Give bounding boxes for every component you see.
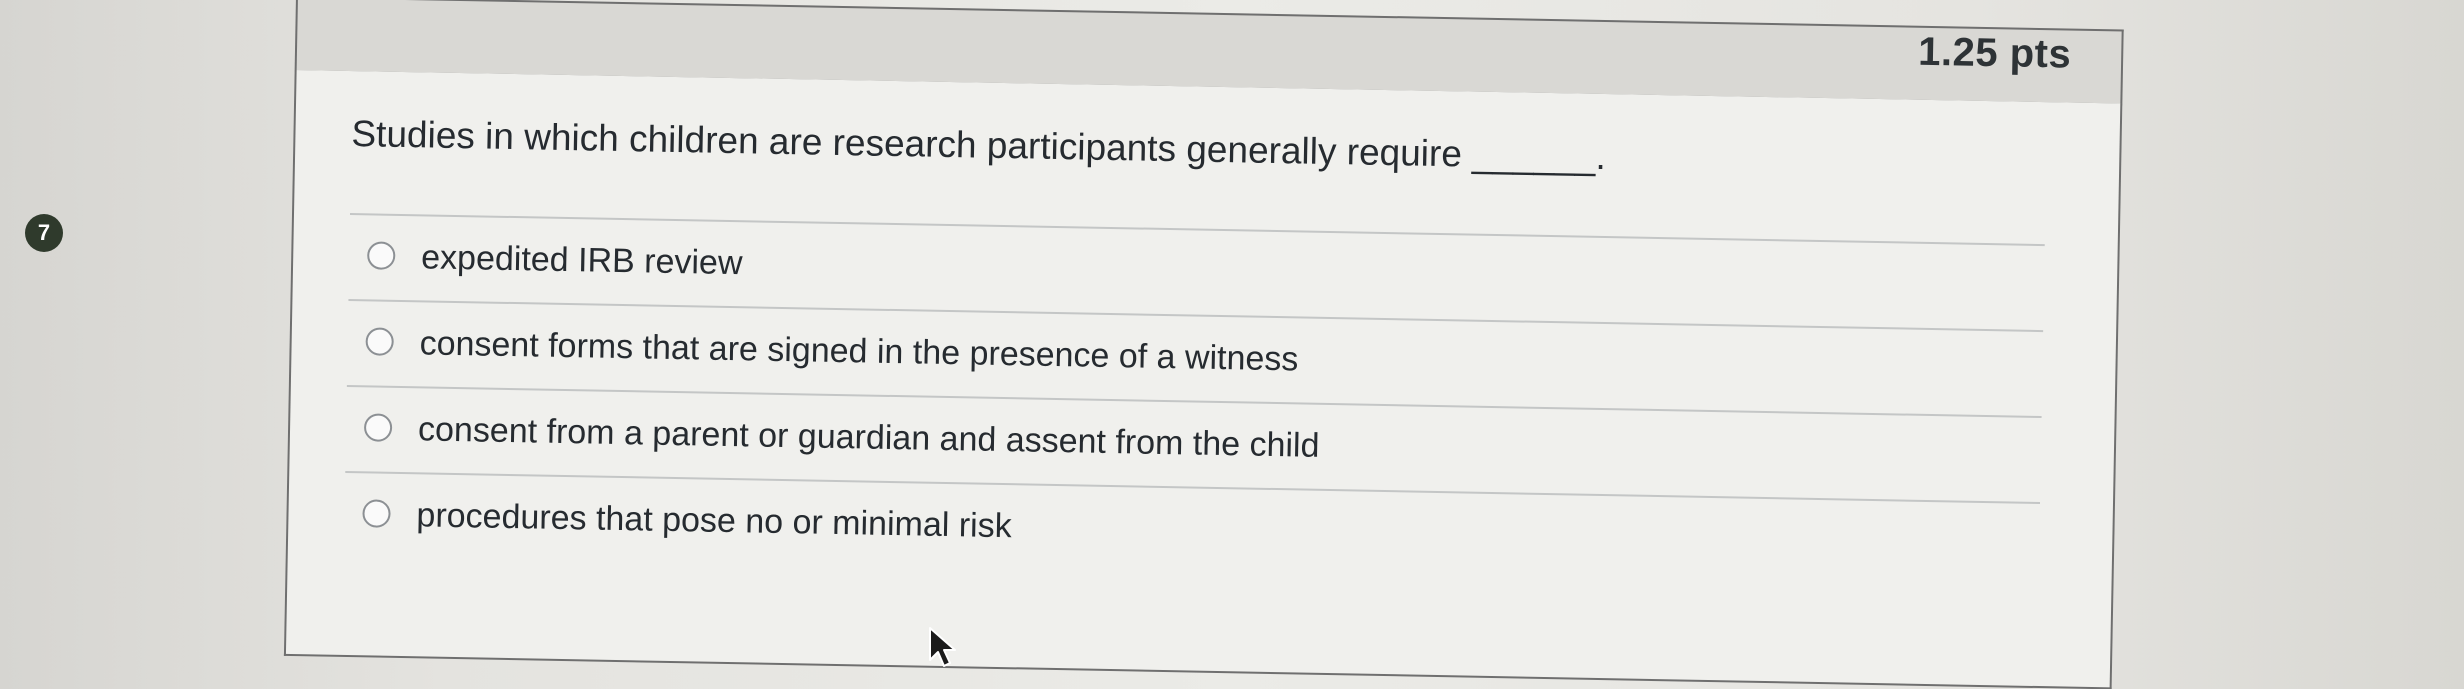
- arrow-cursor-icon: [929, 627, 956, 667]
- question-text: Studies in which children are research p…: [351, 113, 1607, 178]
- answer-label[interactable]: consent forms that are signed in the pre…: [419, 324, 1298, 379]
- radio-button[interactable]: [363, 413, 393, 442]
- radio-button[interactable]: [367, 241, 396, 270]
- answer-list: expedited IRB review consent forms that …: [343, 213, 2045, 589]
- points-label: 1.25 pts: [1917, 29, 2072, 77]
- question-number-badge: 7: [25, 214, 63, 252]
- answer-label[interactable]: consent from a parent or guardian and as…: [418, 410, 1320, 466]
- question-card: 1.25 pts Studies in which children are r…: [283, 0, 2124, 689]
- radio-button[interactable]: [362, 499, 391, 528]
- radio-button[interactable]: [365, 327, 394, 356]
- answer-label[interactable]: procedures that pose no or minimal risk: [416, 496, 1012, 546]
- question-body: Studies in which children are research p…: [283, 69, 2123, 689]
- answer-label[interactable]: expedited IRB review: [421, 238, 743, 283]
